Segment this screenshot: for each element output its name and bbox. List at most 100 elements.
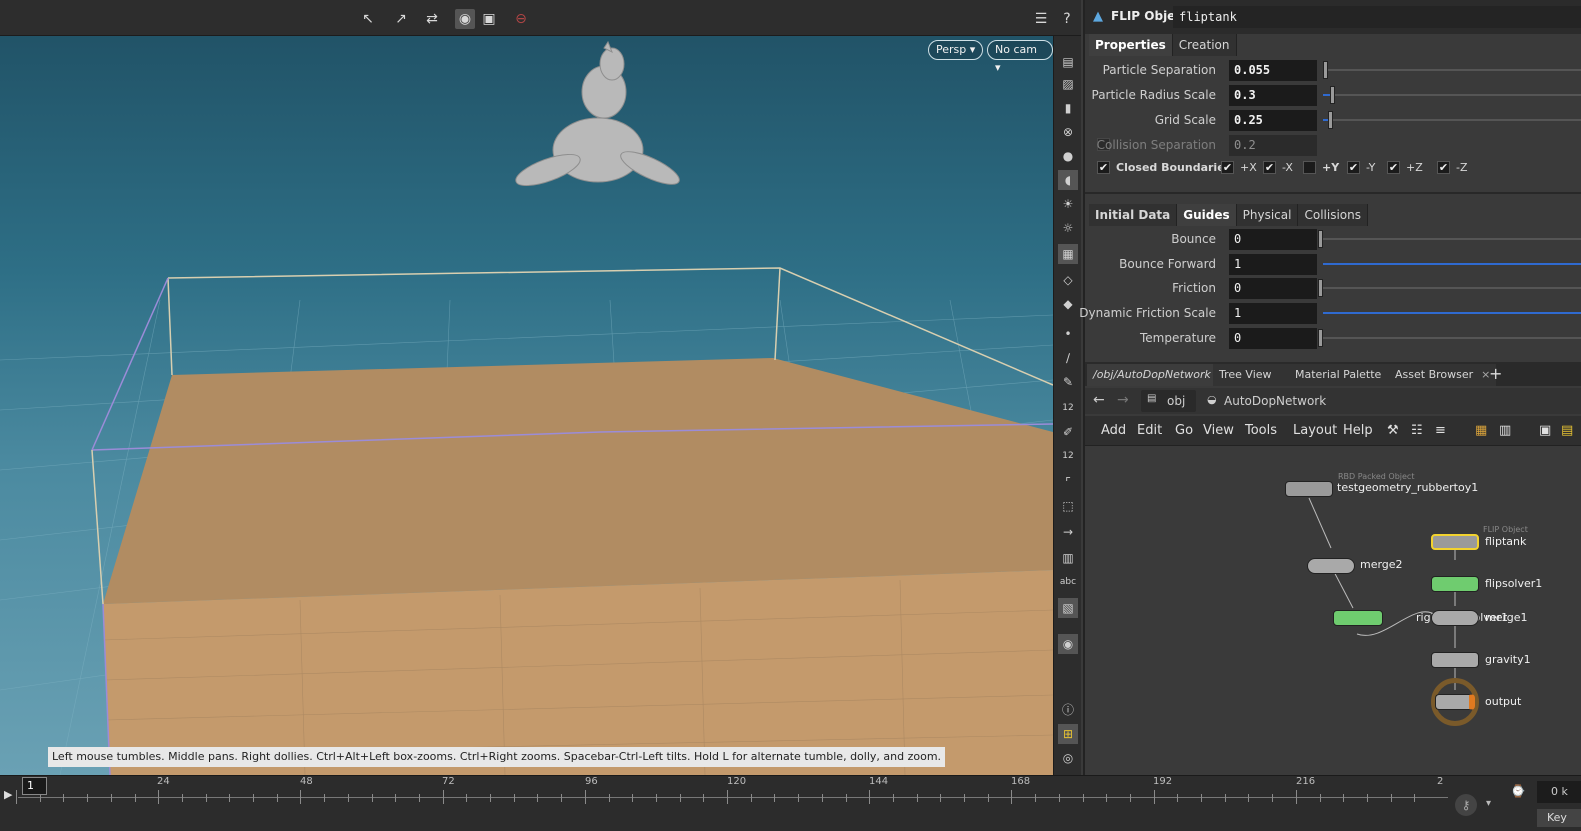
info-icon[interactable]: ⓘ	[1058, 700, 1078, 720]
numbers-icon[interactable]: 12	[1058, 398, 1078, 418]
menu-view[interactable]: View	[1203, 423, 1234, 438]
abc-icon[interactable]: abc	[1058, 572, 1078, 592]
select-region-icon[interactable]: ⬚	[1058, 496, 1078, 516]
node-merge1[interactable]	[1431, 610, 1479, 626]
particle-separation-slider[interactable]	[1323, 61, 1581, 79]
tab-collisions[interactable]: Collisions	[1298, 204, 1368, 226]
node-fliptank[interactable]	[1431, 534, 1479, 550]
node-flipsolver1[interactable]	[1431, 576, 1479, 592]
boundary-pos-z-checkbox[interactable]: ✔	[1387, 161, 1400, 174]
template-icon[interactable]: ◇	[1058, 270, 1078, 290]
menu-edit[interactable]: Edit	[1137, 423, 1162, 438]
temperature-field[interactable]: 0	[1229, 328, 1317, 349]
temperature-slider[interactable]	[1318, 329, 1581, 347]
move-icon[interactable]: ↗	[391, 9, 411, 29]
scene-viewport[interactable]: Persp ▾ No cam ▾ Left mouse tumbles. Mid…	[0, 0, 1053, 775]
transform-icon[interactable]: ⇄	[422, 9, 442, 29]
shape-grid-icon[interactable]: ▥	[1499, 423, 1511, 438]
grid-scale-slider[interactable]	[1323, 111, 1581, 129]
display-options-icon[interactable]: ◉	[455, 9, 475, 29]
add-tab-button[interactable]: +	[1489, 364, 1502, 383]
back-icon[interactable]: ←	[1093, 392, 1105, 408]
particle-separation-field[interactable]: 0.055	[1229, 60, 1317, 81]
node-gravity1[interactable]	[1431, 652, 1479, 668]
tab-autodopnetwork[interactable]: /obj/AutoDopNetwork×	[1087, 364, 1235, 386]
forward-icon[interactable]: →	[1117, 392, 1129, 408]
dynamic-friction-scale-slider[interactable]	[1323, 312, 1581, 314]
network-canvas[interactable]: RBD Packed Object testgeometry_rubbertoy…	[1085, 448, 1581, 775]
color-grid-icon[interactable]: ▦	[1475, 423, 1487, 438]
layout-grid-icon[interactable]: ▣	[1539, 423, 1551, 438]
collision-separation-field[interactable]: 0.2	[1229, 135, 1317, 156]
boundary-neg-z-checkbox[interactable]: ✔	[1437, 161, 1450, 174]
node-merge2[interactable]	[1307, 558, 1355, 574]
snap-icon[interactable]: ⊗	[1058, 122, 1078, 142]
list-icon[interactable]: ≡	[1435, 423, 1446, 438]
bounce-field[interactable]: 0	[1229, 229, 1317, 250]
tab-asset-browser[interactable]: Asset Browser ×	[1389, 364, 1497, 386]
play-icon[interactable]: ▶	[4, 788, 12, 801]
numbers-alt-icon[interactable]: 12	[1058, 446, 1078, 466]
key-icon[interactable]: ⚷	[1455, 794, 1477, 816]
angle-icon[interactable]: ⌜	[1058, 472, 1078, 492]
particle-radius-scale-slider[interactable]	[1323, 86, 1581, 104]
grid-scale-field[interactable]: 0.25	[1229, 110, 1317, 131]
node-name-field[interactable]: fliptank	[1173, 6, 1581, 28]
boundary-neg-y-checkbox[interactable]: ✔	[1347, 161, 1360, 174]
tab-creation[interactable]: Creation	[1172, 34, 1237, 56]
point-icon[interactable]: •	[1058, 324, 1078, 344]
menu-add[interactable]: Add	[1101, 423, 1126, 438]
tab-guides[interactable]: Guides	[1177, 204, 1237, 226]
node-rigidbodysolver1[interactable]	[1333, 610, 1383, 626]
bounce-forward-slider[interactable]	[1323, 263, 1581, 265]
boundary-neg-x-checkbox[interactable]: ✔	[1263, 161, 1276, 174]
layout-icon[interactable]: ☰	[1031, 9, 1051, 29]
menu-tools[interactable]: Tools	[1245, 423, 1277, 438]
friction-field[interactable]: 0	[1229, 278, 1317, 299]
headlight-icon[interactable]: ☼	[1058, 218, 1078, 238]
pen-icon[interactable]: ✎	[1058, 372, 1078, 392]
grid-icon[interactable]: ▥	[1058, 548, 1078, 568]
timeline-track[interactable]	[18, 797, 1448, 798]
tree-icon[interactable]: ☷	[1411, 423, 1423, 438]
tab-material-palette[interactable]: Material Palette×	[1289, 364, 1405, 386]
current-frame-field[interactable]: 1	[22, 777, 47, 795]
help-icon[interactable]: ?	[1057, 9, 1077, 29]
menu-layout[interactable]: Layout	[1293, 423, 1337, 438]
select-icon[interactable]: ↖	[358, 9, 378, 29]
smooth-shading-icon[interactable]: ◖	[1058, 170, 1078, 190]
stop-icon[interactable]: ⊖	[511, 9, 531, 29]
tab-properties[interactable]: Properties	[1089, 34, 1173, 56]
closed-boundaries-checkbox[interactable]: ✔	[1097, 161, 1110, 174]
friction-slider[interactable]	[1318, 279, 1581, 297]
node-rbd-packed-object[interactable]	[1285, 481, 1333, 497]
particle-radius-scale-field[interactable]: 0.3	[1229, 85, 1317, 106]
tab-initial-data[interactable]: Initial Data	[1089, 204, 1178, 226]
location-icon[interactable]: ◉	[1058, 634, 1078, 654]
menu-go[interactable]: Go	[1175, 423, 1193, 438]
brush-icon[interactable]: ✐	[1058, 422, 1078, 442]
key-button[interactable]: Key	[1537, 809, 1581, 827]
boundary-pos-y-checkbox[interactable]	[1303, 161, 1316, 174]
camera-persp-menu[interactable]: Persp ▾	[928, 40, 984, 60]
path-obj[interactable]: ▤ obj	[1141, 390, 1196, 412]
shading-icon[interactable]: ●	[1058, 146, 1078, 166]
wireframe-icon[interactable]: ▦	[1058, 244, 1078, 264]
vector-icon[interactable]: →	[1058, 522, 1078, 542]
dynamic-friction-scale-field[interactable]: 1	[1229, 303, 1317, 324]
key-dropdown-icon[interactable]: ▾	[1486, 798, 1491, 809]
realtime-icon[interactable]: ⌚	[1508, 784, 1528, 804]
display-icon[interactable]: ◆	[1058, 294, 1078, 314]
tab-physical[interactable]: Physical	[1236, 204, 1299, 226]
view-icon[interactable]: ▤	[1058, 52, 1078, 72]
node-output[interactable]	[1435, 694, 1475, 710]
quad-view-icon[interactable]: ⊞	[1058, 724, 1078, 744]
background-image-icon[interactable]: ▧	[1058, 598, 1078, 618]
normal-icon[interactable]: ∕	[1058, 348, 1078, 368]
eye-icon[interactable]: ◎	[1058, 748, 1078, 768]
bounce-forward-field[interactable]: 1	[1229, 254, 1317, 275]
lock-icon[interactable]: ▮	[1058, 98, 1078, 118]
no-cam-menu[interactable]: No cam ▾	[987, 40, 1053, 74]
wrench-icon[interactable]: ⚒	[1387, 423, 1399, 438]
light-icon[interactable]: ☀	[1058, 194, 1078, 214]
